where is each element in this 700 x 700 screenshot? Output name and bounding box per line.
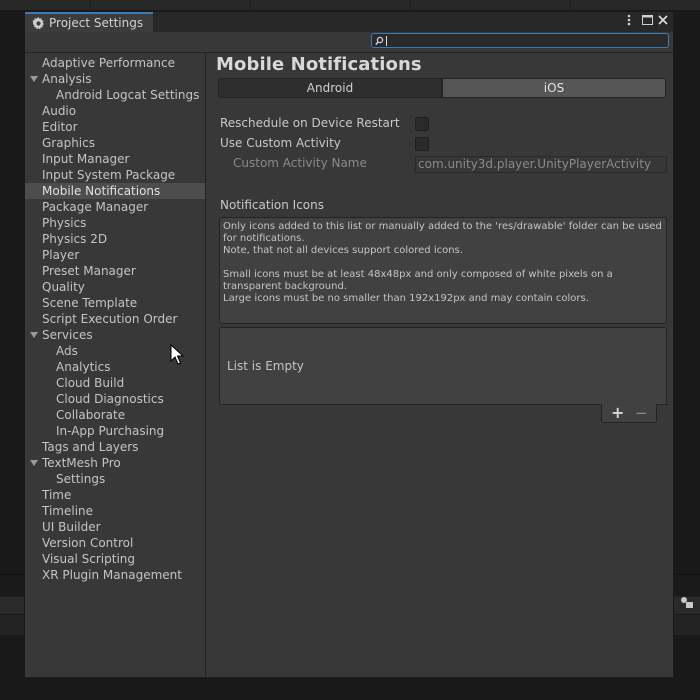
sidebar-item-services[interactable]: Services — [25, 327, 205, 343]
search-input[interactable] — [371, 33, 669, 48]
window-tab[interactable]: Project Settings — [25, 12, 153, 32]
sidebar-item-ui-builder[interactable]: UI Builder — [25, 519, 205, 535]
help-text-line: Note, that not all devices support color… — [223, 245, 463, 256]
sidebar-item-cloud-build[interactable]: Cloud Build — [25, 375, 205, 391]
reschedule-label: Reschedule on Device Restart — [220, 116, 400, 130]
notification-icons-label: Notification Icons — [220, 198, 325, 212]
project-settings-window: Project Settings Adaptive Performance An… — [24, 11, 674, 678]
list-empty-text: List is Empty — [227, 359, 304, 373]
expand-arrow-icon[interactable] — [30, 76, 38, 82]
remove-item-button[interactable]: − — [635, 404, 648, 422]
expand-arrow-icon[interactable] — [30, 332, 38, 338]
mouse-cursor-icon — [170, 343, 185, 366]
sidebar-item-input-manager[interactable]: Input Manager — [25, 151, 205, 167]
icon-list[interactable]: List is Empty — [219, 327, 667, 405]
help-text-line: Small icons must be at least 48x48px and… — [223, 269, 613, 292]
title-bar: Project Settings — [25, 12, 673, 32]
sidebar-item-settings[interactable]: Settings — [25, 471, 205, 487]
text-caret — [386, 36, 387, 46]
sidebar-item-textmesh-pro[interactable]: TextMesh Pro — [25, 455, 205, 471]
custom-activity-checkbox[interactable] — [415, 137, 429, 151]
list-footer: + − — [601, 404, 657, 423]
sidebar-item-scene-template[interactable]: Scene Template — [25, 295, 205, 311]
sidebar-item-package-manager[interactable]: Package Manager — [25, 199, 205, 215]
reschedule-checkbox[interactable] — [415, 117, 429, 131]
sidebar-item-quality[interactable]: Quality — [25, 279, 205, 295]
custom-activity-label: Use Custom Activity — [220, 136, 341, 150]
sidebar-item-time[interactable]: Time — [25, 487, 205, 503]
help-text-line: Large icons must be no smaller than 192x… — [223, 293, 589, 304]
sidebar-item-analysis[interactable]: Analysis — [25, 71, 205, 87]
help-text-line: Only icons added to this list or manuall… — [223, 221, 662, 244]
sidebar-item-physics-2d[interactable]: Physics 2D — [25, 231, 205, 247]
sidebar-item-graphics[interactable]: Graphics — [25, 135, 205, 151]
sidebar-item-in-app-purchasing[interactable]: In-App Purchasing — [25, 423, 205, 439]
sidebar-item-editor[interactable]: Editor — [25, 119, 205, 135]
sidebar-item-collaborate[interactable]: Collaborate — [25, 407, 205, 423]
tab-android[interactable]: Android — [218, 78, 442, 98]
sidebar-item-xr-plugin-management[interactable]: XR Plugin Management — [25, 567, 205, 583]
sidebar-item-timeline[interactable]: Timeline — [25, 503, 205, 519]
editor-background-top — [0, 0, 700, 10]
close-icon[interactable] — [656, 14, 670, 30]
sidebar-item-script-execution-order[interactable]: Script Execution Order — [25, 311, 205, 327]
sidebar-item-version-control[interactable]: Version Control — [25, 535, 205, 551]
window-title: Project Settings — [49, 16, 144, 30]
add-item-button[interactable]: + — [611, 404, 624, 422]
sidebar-item-visual-scripting[interactable]: Visual Scripting — [25, 551, 205, 567]
page-title: Mobile Notifications — [216, 54, 422, 75]
maximize-icon[interactable] — [640, 14, 654, 30]
settings-content: Mobile Notifications Android iOS Resched… — [206, 53, 673, 677]
sidebar-item-audio[interactable]: Audio — [25, 103, 205, 119]
activity-name-label: Custom Activity Name — [233, 156, 367, 170]
sidebar-item-tags-and-layers[interactable]: Tags and Layers — [25, 439, 205, 455]
platform-tabs: Android iOS — [218, 78, 666, 98]
sidebar-item-adaptive-performance[interactable]: Adaptive Performance — [25, 55, 205, 71]
gear-icon — [32, 16, 45, 30]
more-vert-icon[interactable] — [622, 14, 636, 30]
sidebar-item-physics[interactable]: Physics — [25, 215, 205, 231]
sidebar-item-preset-manager[interactable]: Preset Manager — [25, 263, 205, 279]
sidebar-item-input-system-package[interactable]: Input System Package — [25, 167, 205, 183]
help-box: Only icons added to this list or manuall… — [219, 217, 667, 324]
sidebar-item-android-logcat-settings[interactable]: Android Logcat Settings — [25, 87, 205, 103]
help-text-line — [223, 257, 663, 269]
sidebar-item-player[interactable]: Player — [25, 247, 205, 263]
toolbar — [25, 32, 673, 53]
expand-arrow-icon[interactable] — [30, 460, 38, 466]
sidebar-item-mobile-notifications[interactable]: Mobile Notifications — [25, 183, 205, 199]
sidebar-item-cloud-diagnostics[interactable]: Cloud Diagnostics — [25, 391, 205, 407]
shapes-icon[interactable] — [678, 596, 696, 612]
activity-name-field[interactable]: com.unity3d.player.UnityPlayerActivity — [415, 156, 667, 173]
tab-ios[interactable]: iOS — [442, 78, 666, 98]
search-icon — [375, 35, 385, 46]
